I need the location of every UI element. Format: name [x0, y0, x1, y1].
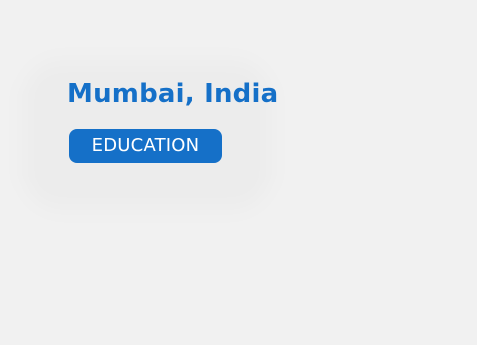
- page-canvas: Mumbai, India EDUCATION: [0, 0, 477, 345]
- education-tag-button[interactable]: EDUCATION: [69, 129, 222, 163]
- location-card: Mumbai, India EDUCATION: [67, 74, 279, 163]
- location-title: Mumbai, India: [67, 79, 279, 109]
